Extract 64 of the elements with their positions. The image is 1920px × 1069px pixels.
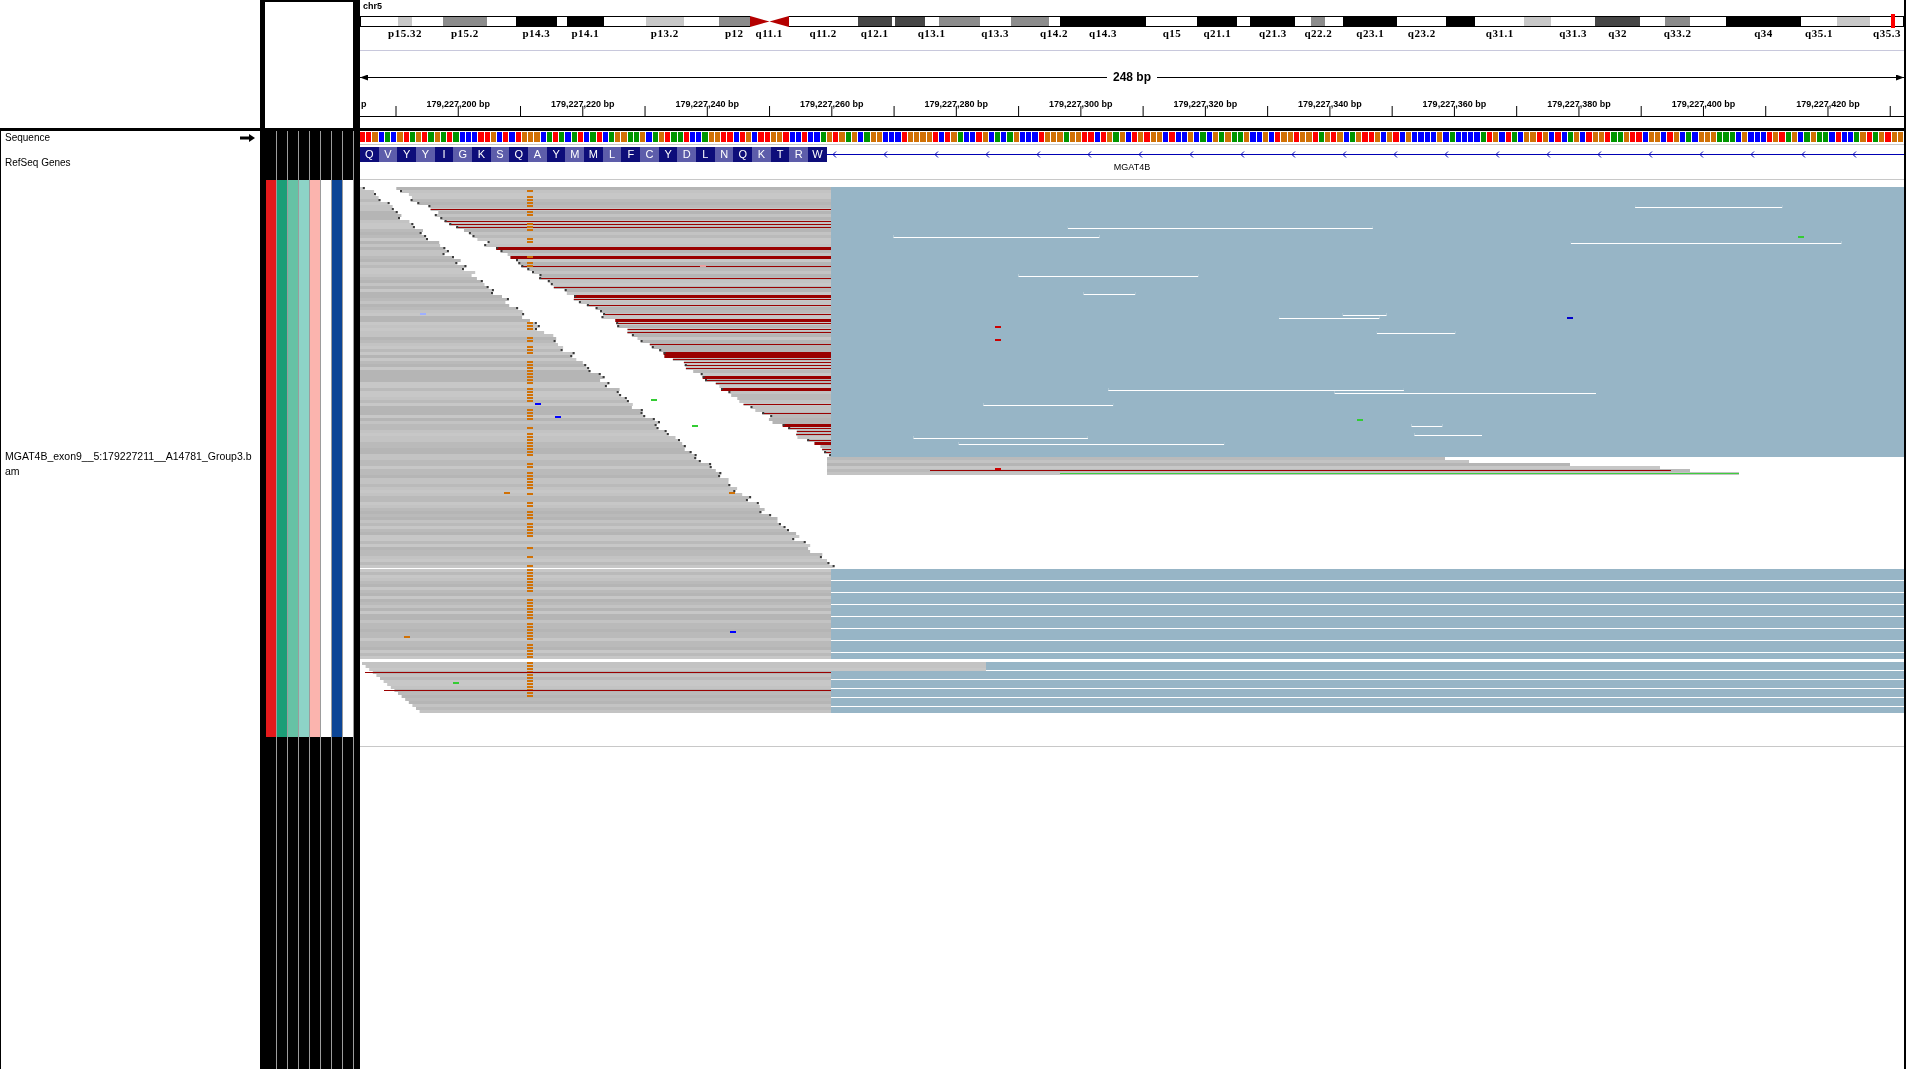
amino-acid: Y: [397, 147, 416, 162]
amino-acid: R: [789, 147, 809, 162]
ruler-tick-label: 179,227,360 bp: [1422, 99, 1487, 109]
cytoband-label: p12: [724, 27, 744, 39]
cytoband-label: q14.2: [1040, 27, 1068, 39]
amino-acid: Y: [416, 147, 435, 162]
cytoband-label: q31.3: [1559, 27, 1588, 39]
amino-acid: K: [472, 147, 491, 162]
ruler-tick-label: 179,227,220 bp: [551, 99, 615, 109]
chromosome-label: chr5: [362, 0, 382, 13]
ruler-tick-label: 179,227,280 bp: [924, 99, 989, 109]
ruler-tick-label: 179,227,400 bp: [1671, 99, 1736, 109]
cytoband-label: p14.3: [522, 27, 551, 39]
amino-acid: M: [565, 147, 585, 162]
cytoband-label: p15.2: [451, 27, 479, 39]
amino-acid: D: [677, 147, 697, 162]
ruler-tick-label: 179,227,380 bp: [1547, 99, 1611, 109]
amino-acid: Q: [733, 147, 753, 162]
cytoband-label: q35.3: [1873, 27, 1901, 39]
ruler-tick-label: 179,227,420 bp: [1796, 99, 1860, 109]
cytoband-label: q11.1: [755, 27, 783, 39]
cytoband-label: q32: [1608, 27, 1627, 39]
track-name[interactable]: MGAT4B_exon9__5:179227211__A14781_Group3.bam: [5, 448, 255, 479]
cytoband-label: q23.1: [1356, 27, 1385, 39]
track-name[interactable]: RefSeq Genes: [5, 156, 71, 169]
gene-name-label: MGAT4B: [1113, 162, 1151, 172]
amino-acid: G: [453, 147, 473, 162]
ruler-tick-label: 179,227,320 bp: [1173, 99, 1238, 109]
ruler-tick-label: 179,227,200 bp: [426, 99, 491, 109]
amino-acid: C: [640, 147, 659, 162]
cytoband-label: p15.32: [388, 27, 422, 39]
cytoband-label: p14.1: [571, 27, 600, 39]
cytoband-label: q14.3: [1089, 27, 1117, 39]
ruler-tick-label: 179,227,260 bp: [800, 99, 864, 109]
cytoband-label: q22.2: [1304, 27, 1333, 39]
amino-acid: F: [621, 147, 641, 162]
amino-acid: L: [696, 147, 715, 162]
cytoband-label: q12.1: [860, 27, 889, 39]
ruler-tick-label: p: [361, 99, 367, 109]
amino-acid: Q: [360, 147, 379, 162]
cytoband-label: q13.1: [917, 27, 946, 39]
cytoband-label: p13.2: [650, 27, 679, 39]
span-length-label: 248 bp: [1112, 72, 1152, 83]
amino-acid: M: [584, 147, 603, 162]
ruler-tick-label: 179,227,300 bp: [1049, 99, 1113, 109]
amino-acid: A: [528, 147, 547, 162]
cytoband-label: q31.1: [1485, 27, 1514, 39]
cytoband-label: q23.2: [1407, 27, 1436, 39]
track-name[interactable]: Sequence: [5, 132, 51, 144]
cytoband-label: q11.2: [809, 27, 837, 39]
cytoband-label: q13.3: [981, 27, 1009, 39]
amino-acid: W: [808, 147, 827, 162]
ruler-tick-label: 179,227,340 bp: [1298, 99, 1362, 109]
cytoband-label: q21.1: [1203, 27, 1232, 39]
ruler-tick-label: 179,227,240 bp: [675, 99, 740, 109]
cytoband-label: q34: [1754, 27, 1773, 39]
cytoband-label: q21.3: [1258, 27, 1287, 39]
right-arrow-icon[interactable]: [240, 134, 255, 142]
cytoband-label: q35.1: [1805, 27, 1833, 39]
amino-acid: K: [752, 147, 771, 162]
amino-acid: Q: [509, 147, 529, 162]
cytoband-label: q33.2: [1663, 27, 1692, 39]
view-region-marker-icon: [1891, 14, 1895, 28]
cytoband-label: q15: [1162, 27, 1182, 39]
